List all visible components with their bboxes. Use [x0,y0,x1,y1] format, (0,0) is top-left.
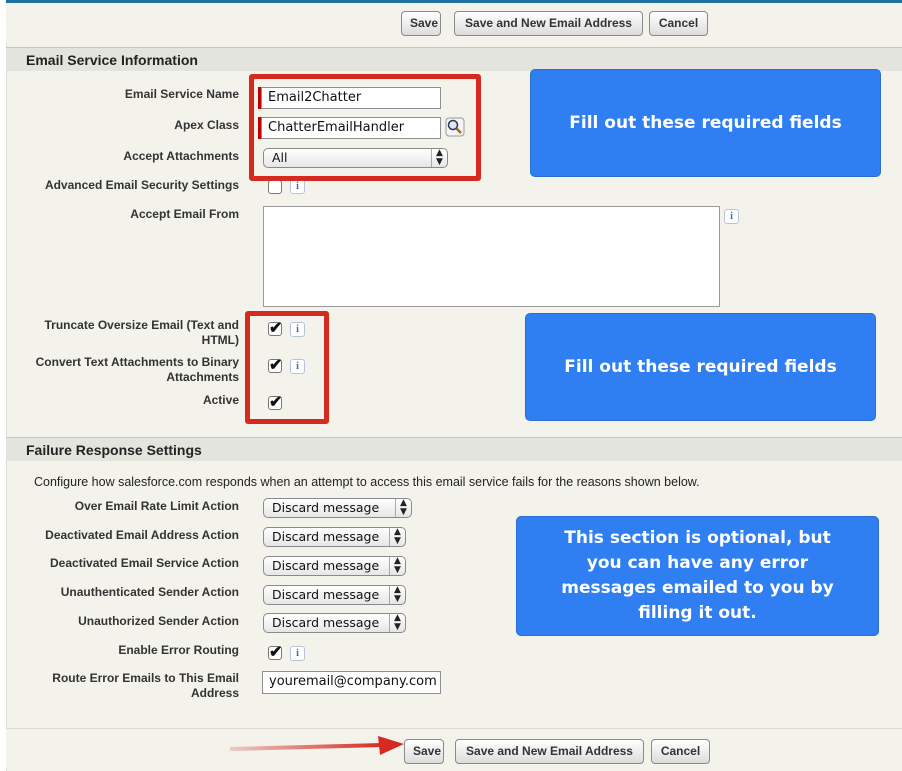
route-error-emails-label-line1: Route Error Emails to This Email [52,671,239,685]
info-icon[interactable]: i [290,646,305,661]
select-arrows-icon: ▲ ▼ [389,557,405,575]
deactivated-service-select[interactable]: Discard message ▲ ▼ [263,556,406,576]
info-icon[interactable]: i [724,209,739,224]
unauthenticated-sender-label: Unauthenticated Sender Action [60,585,239,599]
truncate-oversize-label-line2: HTML) [201,333,239,347]
save-and-new-button-top[interactable]: Save and New Email Address [454,11,643,36]
route-error-emails-label: Route Error Emails to This Email Address [20,671,239,701]
truncate-oversize-label: Truncate Oversize Email (Text and HTML) [20,318,239,348]
failure-response-section-header: Failure Response Settings [6,437,902,461]
over-rate-limit-value: Discard message [272,500,380,515]
advanced-security-checkbox[interactable] [268,180,282,194]
select-arrows-icon: ▲ ▼ [389,528,405,546]
info-icon[interactable]: i [290,179,305,194]
truncate-oversize-label-line1: Truncate Oversize Email (Text and [44,318,239,332]
select-arrows-icon: ▲ ▼ [395,499,411,517]
route-error-email-input[interactable]: youremail@company.com [262,671,441,694]
email-service-name-label: Email Service Name [124,87,239,101]
apex-class-label: Apex Class [174,118,239,132]
callout-optional-section: This section is optional, but you can ha… [517,517,878,635]
unauthorized-sender-select[interactable]: Discard message ▲ ▼ [263,613,406,633]
unauthorized-sender-value: Discard message [272,615,380,630]
cancel-button-top[interactable]: Cancel [649,11,708,36]
deactivated-address-select[interactable]: Discard message ▲ ▼ [263,527,406,547]
save-button-top[interactable]: Save [401,11,441,36]
convert-attachments-label-line1: Convert Text Attachments to Binary [35,355,239,369]
convert-attachments-label: Convert Text Attachments to Binary Attac… [20,355,239,385]
select-arrows-icon: ▲ ▼ [389,614,405,632]
callout-required-checkboxes: Fill out these required fields [526,314,875,420]
deactivated-address-label: Deactivated Email Address Action [45,528,239,542]
over-rate-limit-label: Over Email Rate Limit Action [74,499,239,513]
convert-attachments-label-line2: Attachments [166,370,239,384]
callout-required-fields: Fill out these required fields [531,70,880,176]
save-and-new-button-bottom[interactable]: Save and New Email Address [455,739,644,764]
highlight-box-required-fields [249,74,481,181]
bottom-button-row: Save Save and New Email Address Cancel [6,728,902,768]
accept-attachments-label: Accept Attachments [123,149,239,163]
red-arrow-icon [229,736,404,755]
highlight-box-checkboxes [245,311,329,424]
checkmark-icon: ✔ [269,644,283,661]
deactivated-address-value: Discard message [272,529,380,544]
deactivated-service-value: Discard message [272,558,380,573]
save-button-bottom[interactable]: Save [404,739,444,764]
deactivated-service-label: Deactivated Email Service Action [50,556,239,570]
unauthorized-sender-label: Unauthorized Sender Action [78,614,239,628]
active-label: Active [202,393,239,407]
route-error-emails-label-line2: Address [190,686,239,700]
enable-error-routing-label: Enable Error Routing [118,643,239,657]
top-button-row: Save Save and New Email Address Cancel [6,3,902,43]
unauthenticated-sender-select[interactable]: Discard message ▲ ▼ [263,585,406,605]
enable-error-routing-checkbox[interactable]: ✔ [268,644,282,661]
failure-description: Configure how salesforce.com responds wh… [34,475,700,489]
advanced-security-label: Advanced Email Security Settings [44,178,239,192]
email-service-section-header: Email Service Information [6,47,902,71]
over-rate-limit-select[interactable]: Discard message ▲ ▼ [263,498,412,518]
cancel-button-bottom[interactable]: Cancel [651,739,710,764]
accept-email-from-label: Accept Email From [130,207,239,221]
accept-email-from-textarea[interactable] [263,206,720,307]
select-arrows-icon: ▲ ▼ [389,586,405,604]
unauthenticated-sender-value: Discard message [272,587,380,602]
